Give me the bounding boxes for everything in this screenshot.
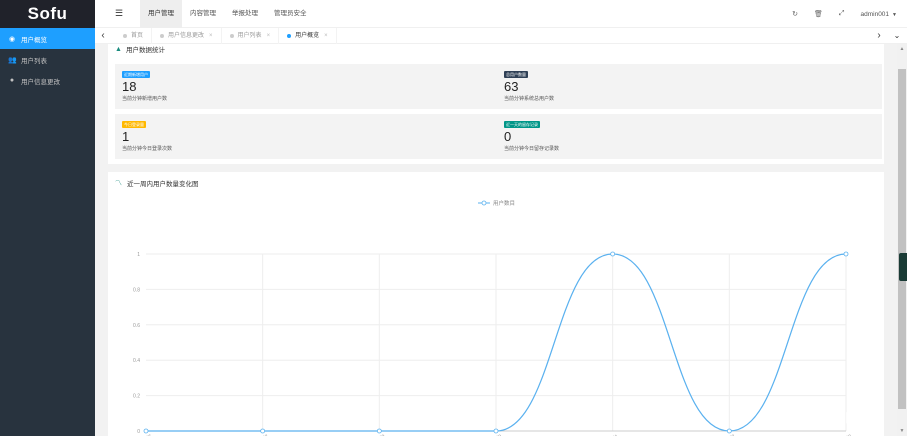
data-point	[493, 428, 499, 434]
stat-badge: 近期新增用户	[122, 71, 150, 78]
data-point	[726, 428, 732, 434]
legend-label: 用户数目	[493, 199, 515, 207]
stat-desc: 当前分钟系统总用户数	[504, 96, 555, 102]
stats-title: ▲ 用户数据统计	[115, 44, 165, 55]
tabs-bar: ‹ 首页 用户信息更改 × 用户列表 × 用户概览 × › ⌄	[95, 28, 907, 44]
tab-dot	[160, 34, 165, 38]
top-menu-item[interactable]: 管理员安全	[266, 0, 315, 28]
tab-label: 首页	[131, 33, 144, 39]
data-point	[610, 251, 616, 257]
tab-label: 用户信息更改	[168, 33, 205, 39]
warning-icon: ▲	[115, 45, 122, 53]
line-chart: 00.20.40.60.8104-2704-2804-2904-3005-010…	[133, 199, 853, 436]
tabs-scroll-right-icon[interactable]: ›	[871, 28, 887, 44]
y-tick-label: 0.2	[133, 394, 140, 400]
stat-card-retention: 近一天的留存记录 0 当前分钟今日留存记录数	[497, 114, 882, 159]
users-icon: 👥	[8, 56, 17, 64]
top-menu-item[interactable]: 举报处理	[224, 0, 266, 28]
fullscreen-icon[interactable]: ⤢	[839, 10, 845, 18]
watermark: CSDN @从0到1队	[758, 411, 857, 425]
stat-badge: 今日登录量	[122, 121, 146, 128]
sidebar-item-user-list[interactable]: 👥 用户列表	[0, 49, 95, 70]
close-icon[interactable]: ×	[324, 28, 328, 44]
scroll-up-icon[interactable]: ▲	[897, 44, 907, 54]
tab-user-overview[interactable]: 用户概览 ×	[279, 28, 337, 44]
tab-dot	[229, 34, 234, 38]
sidebar-item-label: 用户概览	[21, 36, 47, 44]
menu-toggle-icon[interactable]: ☰	[115, 8, 123, 19]
y-tick-label: 0	[137, 429, 140, 435]
top-menu-item[interactable]: 内容管理	[182, 0, 224, 28]
user-menu[interactable]: admin001 ▼	[860, 11, 897, 18]
chart-title-text: 近一周内用户数量变化图	[127, 181, 199, 188]
data-point	[143, 428, 149, 434]
stat-desc: 当前分钟新增用户数	[122, 96, 168, 102]
stat-badge: 近一天的留存记录	[504, 121, 540, 128]
tab-label: 用户概览	[295, 33, 320, 39]
stat-value: 1	[122, 129, 130, 144]
y-tick-label: 0.6	[133, 323, 140, 329]
stat-value: 0	[504, 129, 512, 144]
tabs-list: 首页 用户信息更改 × 用户列表 × 用户概览 ×	[115, 28, 337, 44]
scroll-thumb[interactable]	[898, 69, 906, 409]
sidebar-item-user-overview[interactable]: ◉ 用户概览	[0, 28, 95, 49]
stats-title-text: 用户数据统计	[125, 47, 165, 54]
line-chart-icon: 〽	[115, 180, 122, 187]
data-point	[260, 428, 266, 434]
legend-marker	[481, 200, 487, 206]
stat-badge: 总用户数量	[504, 71, 528, 78]
close-icon[interactable]: ×	[267, 28, 271, 44]
data-point	[376, 428, 382, 434]
stat-card-logins: 今日登录量 1 当前分钟今日登录次数	[115, 114, 500, 159]
chevron-down-icon[interactable]: ⌄	[889, 28, 905, 44]
y-tick-label: 0.8	[133, 287, 140, 293]
tab-dot	[287, 34, 292, 38]
top-menu: 用户管理 内容管理 举报处理 管理员安全	[140, 0, 315, 28]
page-scrollbar[interactable]: ▲ ▼	[897, 44, 907, 436]
tab-home[interactable]: 首页	[115, 28, 153, 44]
tab-label: 用户列表	[237, 33, 262, 39]
chevron-down-icon: ▼	[892, 11, 897, 18]
sidebar-item-label: 用户列表	[21, 57, 47, 65]
stat-desc: 当前分钟今日登录次数	[122, 146, 173, 152]
top-menu-item[interactable]: 用户管理	[140, 0, 182, 28]
data-point	[843, 251, 849, 257]
stat-value: 63	[504, 79, 519, 94]
sidebar-item-label: 用户信息更改	[21, 78, 60, 86]
scroll-down-icon[interactable]: ▼	[897, 426, 907, 436]
tabs-scroll-left-icon[interactable]: ‹	[95, 28, 111, 44]
sidebar-item-user-edit[interactable]: ● 用户信息更改	[0, 70, 95, 91]
tab-dot	[123, 34, 127, 38]
trash-icon[interactable]: 🗑	[814, 10, 823, 18]
tab-user-edit[interactable]: 用户信息更改 ×	[152, 28, 222, 44]
top-header: ☰ 用户管理 内容管理 举报处理 管理员安全 ↻ 🗑 ⤢ admin001 ▼	[95, 0, 907, 28]
stat-card-total-users: 总用户数量 63 当前分钟系统总用户数	[497, 64, 882, 109]
stat-value: 18	[122, 79, 137, 94]
refresh-icon[interactable]: ↻	[792, 10, 798, 18]
username: admin001	[860, 10, 890, 18]
y-tick-label: 0.4	[133, 358, 140, 364]
main-content: ▲ 用户数据统计 近期新增用户 18 当前分钟新增用户数 总用户数量 63 当前…	[95, 44, 897, 436]
stat-desc: 当前分钟今日留存记录数	[504, 146, 560, 152]
header-tools: ↻ 🗑 ⤢ admin001 ▼	[784, 0, 907, 28]
chart-card: 〽 近一周内用户数量变化图 00.20.40.60.8104-2704-2804…	[108, 172, 884, 436]
dashboard-icon: ◉	[8, 35, 16, 43]
stats-card: ▲ 用户数据统计 近期新增用户 18 当前分钟新增用户数 总用户数量 63 当前…	[108, 44, 884, 164]
sidebar: Sofu ◉ 用户概览 👥 用户列表 ● 用户信息更改	[0, 0, 95, 436]
user-icon: ●	[9, 77, 15, 84]
side-drawer-handle[interactable]	[899, 253, 907, 281]
stat-card-new-users: 近期新增用户 18 当前分钟新增用户数	[115, 64, 500, 109]
app-logo: Sofu	[0, 0, 95, 28]
chart-title: 〽 近一周内用户数量变化图	[115, 178, 199, 188]
close-icon[interactable]: ×	[209, 28, 213, 44]
y-tick-label: 1	[137, 252, 140, 258]
tab-user-list[interactable]: 用户列表 ×	[222, 28, 280, 44]
